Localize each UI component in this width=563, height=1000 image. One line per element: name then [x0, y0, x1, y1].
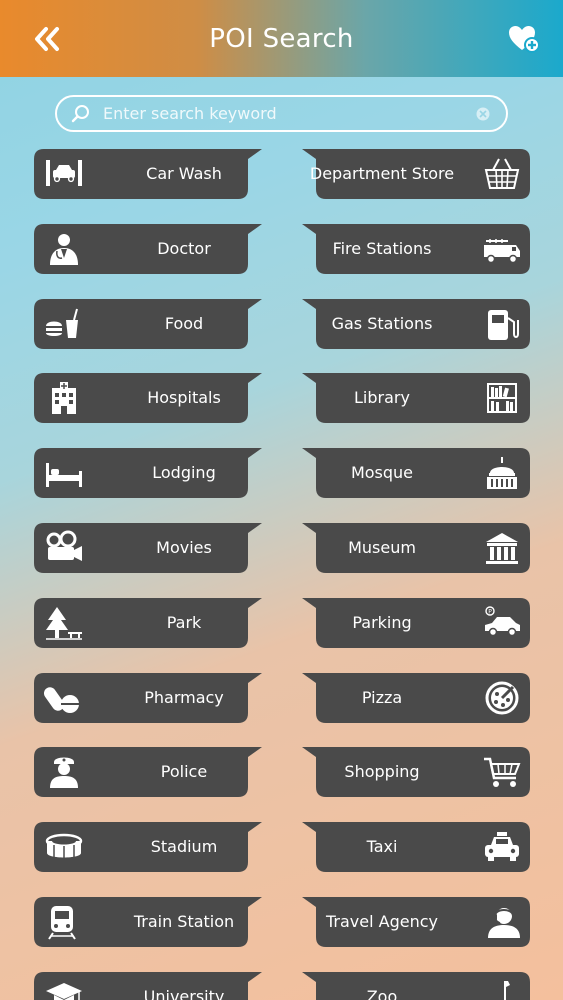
poi-category-parking[interactable]: P Parking: [302, 597, 530, 648]
svg-text:P: P: [488, 608, 492, 615]
poi-category-label: Stadium: [150, 837, 218, 857]
poi-category-label: Parking: [352, 612, 412, 632]
graduation-cap-icon: [46, 982, 82, 1000]
search-icon: [71, 104, 89, 122]
poi-category-label: Department Store: [309, 164, 455, 183]
poi-category-stadium[interactable]: Stadium: [34, 822, 262, 873]
poi-category-label: Zoo: [366, 986, 398, 1000]
tree-icon: [46, 606, 82, 640]
poi-category-department-store[interactable]: Department Store: [302, 149, 530, 199]
pills-icon: [44, 686, 79, 713]
poi-category-label: Hospitals: [147, 388, 221, 408]
taxi-icon: [485, 832, 519, 862]
poi-category-label: Travel Agency: [326, 912, 438, 931]
poi-category-label: Car Wash: [146, 164, 222, 183]
poi-category-lodging[interactable]: Lodging: [34, 448, 262, 499]
search-bar: [55, 95, 508, 132]
poi-category-library[interactable]: Library: [302, 373, 530, 424]
poi-category-label: Pizza: [361, 687, 403, 707]
agent-headset-icon: [488, 908, 520, 938]
poi-category-label: Park: [166, 612, 202, 632]
museum-icon: [486, 533, 518, 564]
giraffe-icon: [504, 980, 510, 1000]
app-header: POI Search: [0, 0, 563, 77]
poi-category-mosque[interactable]: Mosque: [302, 448, 530, 499]
bookshelf-icon: [487, 383, 517, 414]
poi-category-label: Movies: [156, 538, 212, 557]
fast-food-icon: [46, 308, 78, 338]
poi-category-doctor[interactable]: Doctor: [34, 223, 262, 274]
shopping-cart-icon: [484, 758, 521, 788]
film-camera-icon: [46, 530, 82, 561]
stadium-icon: [45, 833, 83, 860]
search-input[interactable]: [91, 104, 476, 123]
doctor-icon: [50, 233, 78, 265]
poi-category-museum[interactable]: Museum: [302, 523, 530, 573]
poi-category-food[interactable]: Food: [34, 298, 262, 349]
clear-icon: [476, 107, 490, 120]
poi-category-hospitals[interactable]: Hospitals: [34, 373, 262, 424]
poi-category-label: Shopping: [344, 762, 420, 782]
car-wash-icon: [46, 160, 82, 186]
poi-category-police[interactable]: Police: [34, 747, 262, 798]
dome-icon: [487, 457, 517, 490]
train-icon: [48, 906, 76, 940]
back-button[interactable]: [30, 24, 64, 54]
poi-category-label: Lodging: [152, 463, 216, 483]
fire-truck-icon: [484, 238, 520, 264]
page-title: POI Search: [209, 23, 354, 54]
poi-category-pizza[interactable]: Pizza: [302, 672, 530, 723]
poi-category-university[interactable]: University: [34, 971, 262, 1000]
poi-category-fire-stations[interactable]: Fire Stations: [302, 223, 530, 274]
poi-category-movies[interactable]: Movies: [34, 523, 262, 573]
favorites-button[interactable]: [507, 22, 541, 56]
poi-category-taxi[interactable]: Taxi: [302, 822, 530, 873]
poi-category-label: Train Station: [133, 912, 235, 931]
poi-category-label: Fire Stations: [332, 238, 432, 258]
poi-category-label: University: [143, 986, 225, 1000]
clear-search-button[interactable]: [476, 107, 496, 121]
poi-category-travel-agency[interactable]: Travel Agency: [302, 897, 530, 947]
poi-category-label: Museum: [348, 538, 416, 557]
poi-category-gas-stations[interactable]: Gas Stations: [302, 298, 530, 349]
poi-category-park[interactable]: Park: [34, 597, 262, 648]
poi-category-label: Police: [160, 762, 208, 782]
gas-pump-icon: [488, 309, 519, 340]
pizza-icon: [485, 681, 519, 715]
poi-category-pharmacy[interactable]: Pharmacy: [34, 672, 262, 723]
poi-category-label: Pharmacy: [144, 687, 224, 707]
poi-category-label: Gas Stations: [331, 313, 433, 333]
police-officer-icon: [50, 757, 78, 789]
poi-category-train-station[interactable]: Train Station: [34, 897, 262, 947]
double-chevron-left-icon: [35, 27, 59, 51]
basket-icon: [484, 158, 520, 189]
poi-category-label: Taxi: [366, 837, 398, 857]
poi-category-shopping[interactable]: Shopping: [302, 747, 530, 798]
poi-category-car-wash[interactable]: Car Wash: [34, 149, 262, 199]
heart-plus-icon: [509, 26, 540, 53]
poi-category-label: Doctor: [157, 238, 211, 258]
poi-category-label: Mosque: [350, 463, 414, 483]
hospital-building-icon: [52, 382, 76, 415]
parked-car-icon: P: [485, 606, 520, 637]
poi-category-label: Food: [164, 313, 204, 333]
bed-icon: [46, 463, 82, 488]
poi-category-label: Library: [354, 388, 410, 408]
poi-category-zoo[interactable]: Zoo: [302, 971, 530, 1000]
